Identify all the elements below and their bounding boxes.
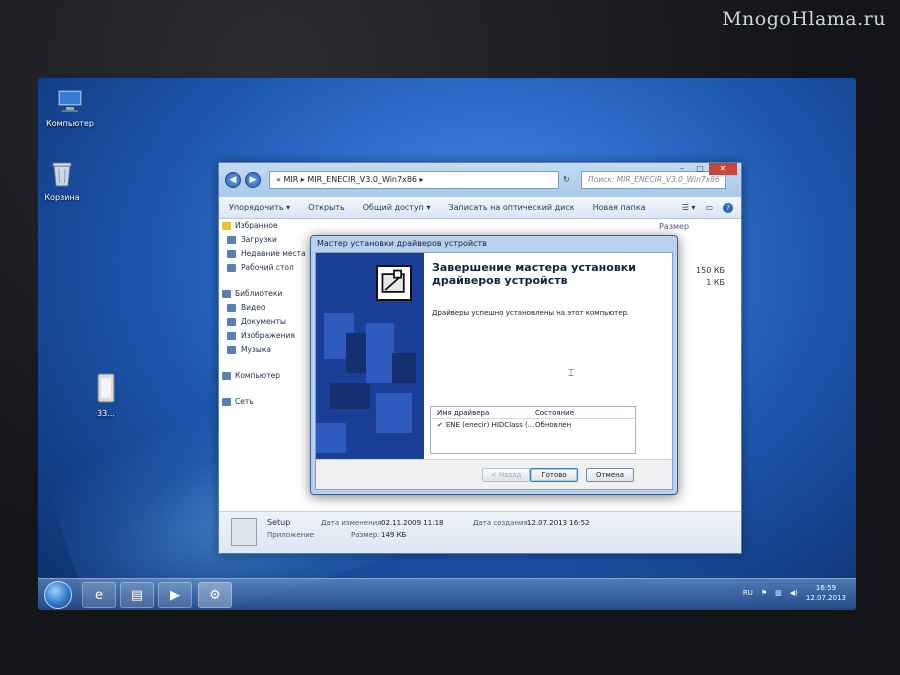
setup-app-icon	[231, 518, 257, 546]
folder-icon	[97, 373, 115, 403]
nav-computer[interactable]: Компьютер	[219, 369, 309, 383]
help-icon[interactable]: ?	[723, 202, 733, 213]
wizard-body: Завершение мастера установки драйверов у…	[315, 252, 673, 490]
nav-network[interactable]: Сеть	[219, 395, 309, 409]
window-controls: – □ ✕	[673, 163, 737, 175]
device-installer-icon	[376, 265, 412, 301]
wizard-footer: < Назад Готово Отмена	[316, 459, 672, 489]
computer-icon	[57, 89, 83, 112]
forward-button[interactable]: ▶	[245, 172, 261, 188]
burn-button[interactable]: Записать на оптический диск	[448, 203, 574, 212]
driver-name: ENE (enecir) HIDClass (...	[445, 421, 535, 429]
ie-taskbar-icon[interactable]: e	[82, 582, 116, 608]
nav-downloads[interactable]: Загрузки	[219, 233, 309, 247]
details-pane: Setup Приложение Дата изменения: 02.11.2…	[219, 511, 741, 553]
details-created-value: 12.07.2013 16:52	[527, 519, 590, 527]
media-player-taskbar-icon[interactable]: ▶	[158, 582, 192, 608]
table-row[interactable]: ✔ ENE (enecir) HIDClass (... Обновлен	[431, 419, 635, 433]
desktop-icon-label: 33...	[97, 409, 115, 418]
desktop-icon-folder[interactable]: 33...	[76, 372, 136, 418]
nav-music[interactable]: Музыка	[219, 343, 309, 357]
details-modified-value: 02.11.2009 11:18	[381, 519, 444, 527]
system-tray: RU ⚑ ▥ ◀) 16:59 12.07.2013	[743, 583, 846, 603]
computer-icon	[222, 372, 231, 380]
network-tray-icon[interactable]: ▥	[775, 589, 782, 597]
clock[interactable]: 16:59 12.07.2013	[806, 583, 846, 603]
wizard-message: Драйверы успешно установлены на этот ком…	[432, 309, 630, 317]
file-size: 1 КБ	[706, 278, 725, 287]
driver-wizard-taskbar-icon[interactable]: ⚙	[198, 582, 232, 608]
desktop-icon-computer[interactable]: Компьютер	[40, 88, 100, 128]
maximize-button[interactable]: □	[691, 163, 709, 175]
size-column-header[interactable]: Размер	[659, 222, 689, 231]
nav-favorites[interactable]: Избранное	[219, 219, 309, 233]
nav-video[interactable]: Видео	[219, 301, 309, 315]
start-button[interactable]	[44, 581, 72, 609]
minimize-button[interactable]: –	[673, 163, 691, 175]
images-icon	[227, 332, 236, 340]
language-indicator[interactable]: RU	[743, 589, 753, 597]
preview-pane-icon[interactable]: ▭	[705, 203, 713, 213]
organize-button[interactable]: Упорядочить ▾	[229, 203, 290, 212]
details-size-value: 149 КБ	[381, 531, 407, 539]
wizard-title: Мастер установки драйверов устройств	[317, 239, 487, 248]
documents-icon	[227, 318, 236, 326]
details-file-type: Приложение	[267, 531, 315, 539]
nav-desktop[interactable]: Рабочий стол	[219, 261, 309, 275]
refresh-icon[interactable]: ↻	[563, 175, 570, 184]
wizard-banner	[316, 253, 424, 459]
network-icon	[222, 398, 231, 406]
view-options-icon[interactable]: ☰ ▾	[682, 203, 696, 213]
mouse-cursor-icon: ⌶	[568, 368, 574, 379]
finish-button[interactable]: Готово	[530, 468, 578, 482]
driver-table: Имя драйвера Состояние ✔ ENE (enecir) HID…	[430, 406, 636, 454]
open-button[interactable]: Открыть	[308, 203, 345, 212]
checkmark-icon: ✔	[437, 421, 443, 429]
wizard-heading: Завершение мастера установки драйверов у…	[432, 261, 636, 287]
clock-time: 16:59	[815, 584, 837, 592]
nav-recent[interactable]: Недавние места	[219, 247, 309, 261]
nav-documents[interactable]: Документы	[219, 315, 309, 329]
desktop-icon-label: Корзина	[44, 193, 80, 202]
details-file-name: Setup	[267, 518, 291, 527]
driver-wizard-dialog: Мастер установки драйверов устройств Зав…	[310, 235, 678, 495]
desktop-icon-label: Компьютер	[46, 119, 94, 128]
driver-status: Обновлен	[535, 421, 572, 429]
desktop-icon	[227, 264, 236, 272]
details-size-label: Размер:	[351, 531, 380, 539]
details-modified-label: Дата изменения:	[321, 519, 384, 527]
music-icon	[227, 346, 236, 354]
desktop-icon-recycle-bin[interactable]: Корзина	[38, 160, 92, 202]
video-icon	[227, 304, 236, 312]
flag-icon[interactable]: ⚑	[761, 589, 767, 597]
file-size: 150 КБ	[696, 266, 725, 275]
driver-table-header: Имя драйвера Состояние	[431, 407, 635, 419]
nav-libraries[interactable]: Библиотеки	[219, 287, 309, 301]
explorer-taskbar-icon[interactable]: ▤	[120, 582, 154, 608]
star-icon	[222, 222, 231, 230]
desktop-screen: Компьютер Корзина 33... ◀ ▶ « MIR ▸ MIR_…	[38, 78, 856, 610]
cancel-button[interactable]: Отмена	[586, 468, 634, 482]
share-button[interactable]: Общий доступ ▾	[363, 203, 431, 212]
col-status: Состояние	[535, 409, 575, 417]
back-button[interactable]: < Назад	[482, 468, 530, 482]
details-created-label: Дата создания:	[473, 519, 531, 527]
explorer-toolbar: Упорядочить ▾ Открыть Общий доступ ▾ Зап…	[219, 197, 741, 219]
downloads-icon	[227, 236, 236, 244]
new-folder-button[interactable]: Новая папка	[593, 203, 646, 212]
taskbar: e ▤ ▶ ⚙ RU ⚑ ▥ ◀) 16:59 12.07.2013	[38, 578, 856, 610]
back-button[interactable]: ◀	[225, 172, 241, 188]
explorer-titlebar: ◀ ▶ « MIR ▸ MIR_ENECIR_V3.0_Win7x86 ▸ ↻ …	[219, 163, 741, 197]
address-bar[interactable]: « MIR ▸ MIR_ENECIR_V3.0_Win7x86 ▸	[269, 171, 559, 189]
clock-date: 12.07.2013	[805, 594, 846, 602]
col-driver-name: Имя драйвера	[437, 409, 490, 417]
watermark: MnogoHlama.ru	[722, 8, 886, 30]
volume-icon[interactable]: ◀)	[790, 589, 798, 597]
recycle-bin-icon	[52, 162, 72, 187]
close-button[interactable]: ✕	[709, 163, 737, 175]
nav-images[interactable]: Изображения	[219, 329, 309, 343]
libraries-icon	[222, 290, 231, 298]
navigation-pane: Избранное Загрузки Недавние места Рабочи…	[219, 219, 309, 509]
recent-places-icon	[227, 250, 236, 258]
